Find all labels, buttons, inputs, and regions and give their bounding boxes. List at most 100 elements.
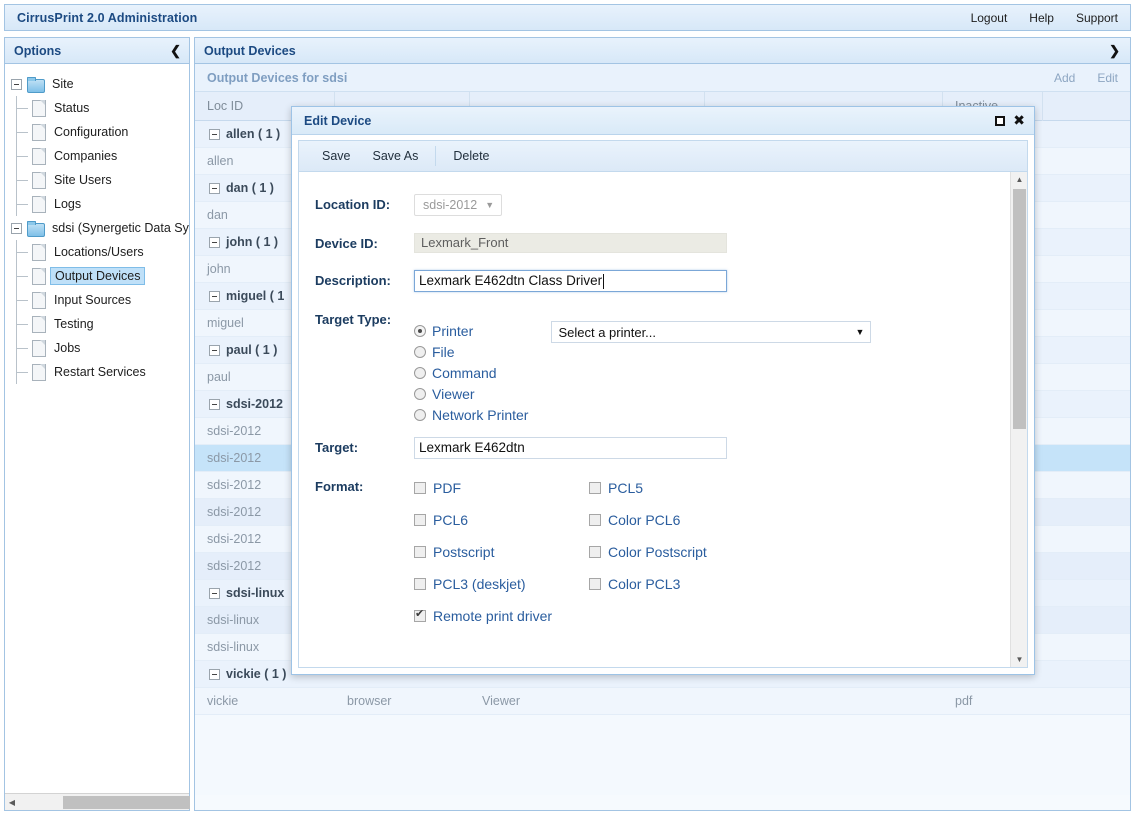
checkbox-icon[interactable] xyxy=(414,514,426,526)
tree-item-jobs[interactable]: Jobs xyxy=(5,336,189,360)
format-checkbox-pcl6[interactable]: PCL6 xyxy=(414,512,589,528)
description-row: Description: Lexmark E462dtn Class Drive… xyxy=(299,270,1010,292)
checkbox-icon[interactable] xyxy=(414,482,426,494)
scroll-down-arrow-icon[interactable]: ▼ xyxy=(1011,652,1027,667)
delete-button[interactable]: Delete xyxy=(442,141,500,171)
radio-button-icon[interactable] xyxy=(414,346,426,358)
target-type-radio-file[interactable]: File xyxy=(414,342,528,362)
application-window: CirrusPrint 2.0 Administration Logout He… xyxy=(0,0,1135,816)
tree-item-status[interactable]: Status xyxy=(5,96,189,120)
printer-select[interactable]: Select a printer... ▼ xyxy=(551,321,872,343)
grid-subheader-title: Output Devices for sdsi xyxy=(207,70,348,85)
file-icon xyxy=(32,196,46,213)
folder-icon xyxy=(27,220,45,237)
tree-item-input-sources[interactable]: Input Sources xyxy=(5,288,189,312)
tree-item-label: Restart Services xyxy=(54,365,146,379)
scroll-up-arrow-icon[interactable]: ▲ xyxy=(1011,172,1027,187)
radio-button-icon[interactable] xyxy=(414,388,426,400)
close-icon[interactable]: ✖ xyxy=(1013,114,1025,128)
support-link[interactable]: Support xyxy=(1076,11,1118,25)
tree-guide-line xyxy=(16,132,28,133)
tree-item-logs[interactable]: Logs xyxy=(5,192,189,216)
checkbox-icon[interactable] xyxy=(414,546,426,558)
format-checkbox-pcl5[interactable]: PCL5 xyxy=(589,480,707,496)
scroll-thumb[interactable] xyxy=(1013,189,1026,429)
grid-cell: Viewer xyxy=(482,693,520,708)
description-field[interactable]: Lexmark E462dtn Class Driver xyxy=(414,270,727,292)
scroll-thumb[interactable] xyxy=(63,795,190,809)
checkbox-icon[interactable] xyxy=(589,482,601,494)
tree-expander-icon[interactable] xyxy=(11,78,22,90)
radio-button-icon[interactable] xyxy=(414,367,426,379)
format-checkbox-color-pcl3[interactable]: Color PCL3 xyxy=(589,576,707,592)
group-collapse-icon[interactable] xyxy=(209,668,220,680)
group-collapse-icon[interactable] xyxy=(209,587,220,599)
group-collapse-icon[interactable] xyxy=(209,236,220,248)
checkbox-icon[interactable] xyxy=(589,546,601,558)
file-icon xyxy=(32,124,46,141)
checkbox-icon[interactable] xyxy=(414,608,426,622)
grid-row[interactable]: vickie browser Viewer pdf xyxy=(195,688,1130,715)
group-collapse-icon[interactable] xyxy=(209,398,220,410)
restore-window-icon[interactable] xyxy=(995,115,1006,126)
checkbox-icon[interactable] xyxy=(589,514,601,526)
target-label: Target: xyxy=(315,440,359,455)
options-horizontal-scrollbar[interactable]: ◀ ▶ xyxy=(5,793,190,810)
target-type-radio-printer[interactable]: Printer xyxy=(414,321,528,341)
help-link[interactable]: Help xyxy=(1029,11,1054,25)
group-label-text: dan ( 1 ) xyxy=(226,180,274,195)
tree-item-site-users[interactable]: Site Users xyxy=(5,168,189,192)
group-collapse-icon[interactable] xyxy=(209,290,220,302)
format-checkbox-color-postscript[interactable]: Color Postscript xyxy=(589,544,707,560)
scroll-left-arrow-icon[interactable]: ◀ xyxy=(5,795,19,810)
format-checkbox-remote-print-driver[interactable]: Remote print driver xyxy=(414,608,589,624)
radio-label: Network Printer xyxy=(432,407,529,423)
location-id-select[interactable]: sdsi-2012 ▼ xyxy=(414,194,503,216)
chevron-left-icon[interactable]: ❮ xyxy=(170,44,181,57)
save-button[interactable]: Save xyxy=(311,141,362,171)
format-checkbox-color-pcl6[interactable]: Color PCL6 xyxy=(589,512,707,528)
tree-item-output-devices[interactable]: Output Devices xyxy=(5,264,189,288)
tree-item-locations-users[interactable]: Locations/Users xyxy=(5,240,189,264)
tree-item-site[interactable]: Site xyxy=(5,72,189,96)
checkbox-label: Color PCL6 xyxy=(608,512,681,528)
radio-button-icon[interactable] xyxy=(414,325,426,337)
group-label-text: vickie ( 1 ) xyxy=(226,666,287,681)
save-as-button[interactable]: Save As xyxy=(362,141,430,171)
checkbox-icon[interactable] xyxy=(589,578,601,590)
format-checkbox-postscript[interactable]: Postscript xyxy=(414,544,589,560)
add-button[interactable]: Add xyxy=(1054,71,1075,85)
edit-button[interactable]: Edit xyxy=(1097,71,1118,85)
file-icon xyxy=(32,244,46,261)
dialog-title: Edit Device xyxy=(304,113,372,128)
group-collapse-icon[interactable] xyxy=(209,344,220,356)
chevron-right-icon[interactable]: ❯ xyxy=(1109,44,1120,57)
app-title: CirrusPrint 2.0 Administration xyxy=(17,10,198,25)
group-collapse-icon[interactable] xyxy=(209,182,220,194)
tree-item-companies[interactable]: Companies xyxy=(5,144,189,168)
target-type-radio-viewer[interactable]: Viewer xyxy=(414,384,528,404)
scroll-track[interactable] xyxy=(19,795,190,810)
target-type-radio-network-printer[interactable]: Network Printer xyxy=(414,405,528,425)
logout-link[interactable]: Logout xyxy=(971,11,1008,25)
format-checkbox-pcl3-deskjet[interactable]: PCL3 (deskjet) xyxy=(414,576,589,592)
tree-item-label: Site xyxy=(52,77,74,91)
tree-item-sdsi-synergetic-data-syste[interactable]: sdsi (Synergetic Data Syste xyxy=(5,216,189,240)
format-label: Format: xyxy=(315,479,364,494)
dialog-title-bar[interactable]: Edit Device ✖ xyxy=(292,107,1034,135)
file-icon xyxy=(32,148,46,165)
tree-item-testing[interactable]: Testing xyxy=(5,312,189,336)
tree-item-restart-services[interactable]: Restart Services xyxy=(5,360,189,384)
tree-guide-line xyxy=(16,204,28,205)
radio-button-icon[interactable] xyxy=(414,409,426,421)
checkbox-icon[interactable] xyxy=(414,578,426,590)
tree-guide-line xyxy=(16,180,28,181)
dialog-vertical-scrollbar[interactable]: ▲ ▼ xyxy=(1010,172,1027,667)
checkbox-label: Color Postscript xyxy=(608,544,707,560)
group-collapse-icon[interactable] xyxy=(209,128,220,140)
format-checkbox-pdf[interactable]: PDF xyxy=(414,480,589,496)
tree-item-configuration[interactable]: Configuration xyxy=(5,120,189,144)
tree-expander-icon[interactable] xyxy=(11,222,22,234)
target-field[interactable]: Lexmark E462dtn xyxy=(414,437,727,459)
target-type-radio-command[interactable]: Command xyxy=(414,363,528,383)
